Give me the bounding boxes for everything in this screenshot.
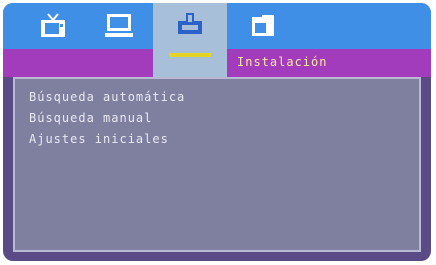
tab-installation[interactable]: [153, 3, 227, 77]
tv-icon: [39, 13, 67, 39]
tab-media[interactable]: [239, 3, 287, 49]
media-icon: [250, 14, 276, 38]
menu-item-busqueda-automatica[interactable]: Búsqueda automática: [29, 87, 185, 108]
section-title: Instalación: [237, 55, 328, 69]
tab-pc[interactable]: [95, 3, 143, 49]
tab-tv[interactable]: [31, 3, 75, 49]
menu-list: Búsqueda automática Búsqueda manual Ajus…: [29, 87, 185, 150]
menu-item-ajustes-iniciales[interactable]: Ajustes iniciales: [29, 129, 185, 150]
tab-bar: [3, 3, 431, 77]
monitor-icon: [104, 13, 134, 39]
menu-item-busqueda-manual[interactable]: Búsqueda manual: [29, 108, 185, 129]
osd-window: Instalación Búsqueda automática Búsqueda…: [3, 3, 431, 261]
selected-tab-indicator: [169, 53, 211, 57]
installation-icon: [177, 11, 203, 35]
